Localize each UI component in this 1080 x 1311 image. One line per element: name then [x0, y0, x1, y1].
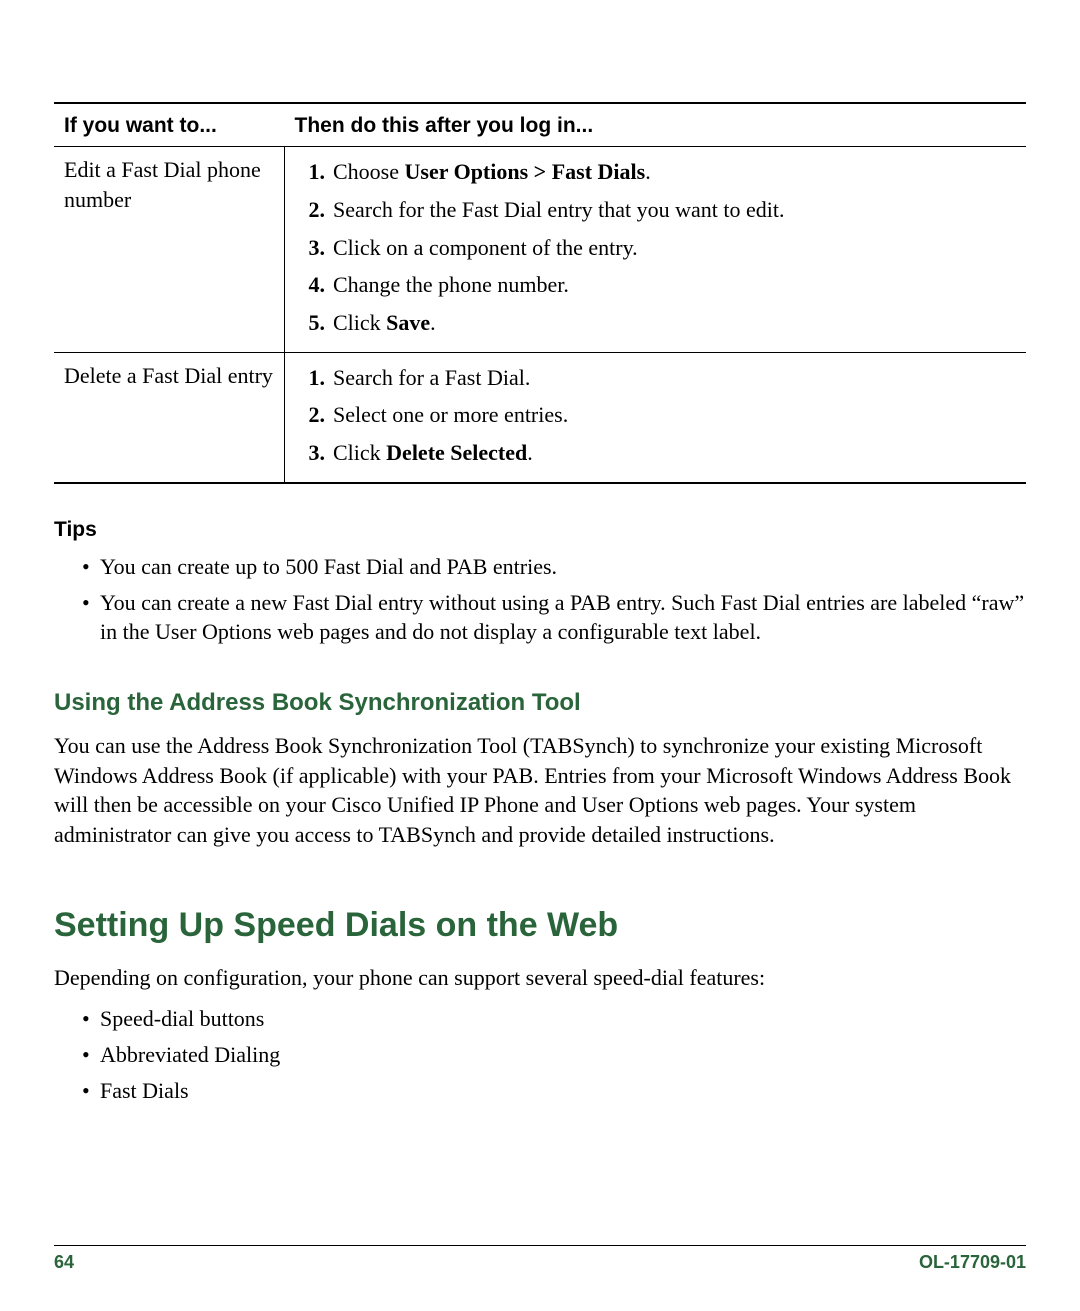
step-text: . [527, 440, 533, 465]
step-text: Change the phone number. [333, 272, 569, 297]
page-number: 64 [54, 1252, 74, 1273]
list-item: Abbreviated Dialing [82, 1038, 1026, 1074]
list-item-text: You can create a new Fast Dial entry wit… [100, 590, 1024, 645]
step-bold: User Options > Fast Dials [405, 159, 646, 184]
step-text: Click [333, 310, 386, 335]
sync-body: You can use the Address Book Synchroniza… [54, 731, 1026, 850]
task-cell: Delete a Fast Dial entry [54, 352, 285, 483]
step-item: Select one or more entries. [323, 398, 1016, 436]
speed-list: Speed-dial buttons Abbreviated Dialing F… [82, 1002, 1026, 1109]
step-bold: Save [386, 310, 430, 335]
step-item: Click Save. [323, 306, 1016, 344]
step-bold: Delete Selected [386, 440, 527, 465]
step-item: Choose User Options > Fast Dials. [323, 155, 1016, 193]
list-item: Speed-dial buttons [82, 1002, 1026, 1038]
document-page: If you want to... Then do this after you… [0, 0, 1080, 1311]
step-text: Choose [333, 159, 405, 184]
page-footer: 64 OL-17709-01 [54, 1245, 1026, 1273]
steps-cell: Search for a Fast Dial. Select one or mo… [285, 352, 1027, 483]
list-item: Fast Dials [82, 1074, 1026, 1110]
list-item: You can create up to 500 Fast Dial and P… [82, 550, 1026, 586]
list-item-text: Fast Dials [100, 1078, 189, 1103]
step-item: Change the phone number. [323, 268, 1016, 306]
step-text: Search for a Fast Dial. [333, 365, 530, 390]
step-item: Search for a Fast Dial. [323, 361, 1016, 399]
step-text: . [430, 310, 436, 335]
step-text: Select one or more entries. [333, 402, 568, 427]
table-header-want: If you want to... [54, 103, 285, 147]
speed-intro: Depending on configuration, your phone c… [54, 963, 1026, 993]
tips-heading: Tips [54, 518, 1026, 542]
table-row: Delete a Fast Dial entry Search for a Fa… [54, 352, 1026, 483]
table-row: Edit a Fast Dial phone number Choose Use… [54, 147, 1026, 352]
task-table: If you want to... Then do this after you… [54, 102, 1026, 484]
list-item: You can create a new Fast Dial entry wit… [82, 586, 1026, 651]
list-item-text: Speed-dial buttons [100, 1006, 264, 1031]
step-item: Click on a component of the entry. [323, 231, 1016, 269]
section-heading-sync: Using the Address Book Synchronization T… [54, 689, 1026, 717]
section-heading-speed: Setting Up Speed Dials on the Web [54, 906, 1026, 945]
step-text: Click [333, 440, 386, 465]
steps-cell: Choose User Options > Fast Dials. Search… [285, 147, 1027, 352]
step-item: Search for the Fast Dial entry that you … [323, 193, 1016, 231]
task-cell: Edit a Fast Dial phone number [54, 147, 285, 352]
list-item-text: Abbreviated Dialing [100, 1042, 280, 1067]
step-text: Search for the Fast Dial entry that you … [333, 197, 785, 222]
table-header-then: Then do this after you log in... [285, 103, 1027, 147]
step-text: . [645, 159, 651, 184]
step-item: Click Delete Selected. [323, 436, 1016, 474]
doc-id: OL-17709-01 [919, 1252, 1026, 1273]
step-text: Click on a component of the entry. [333, 235, 638, 260]
tips-list: You can create up to 500 Fast Dial and P… [82, 550, 1026, 651]
list-item-text: You can create up to 500 Fast Dial and P… [100, 554, 557, 579]
